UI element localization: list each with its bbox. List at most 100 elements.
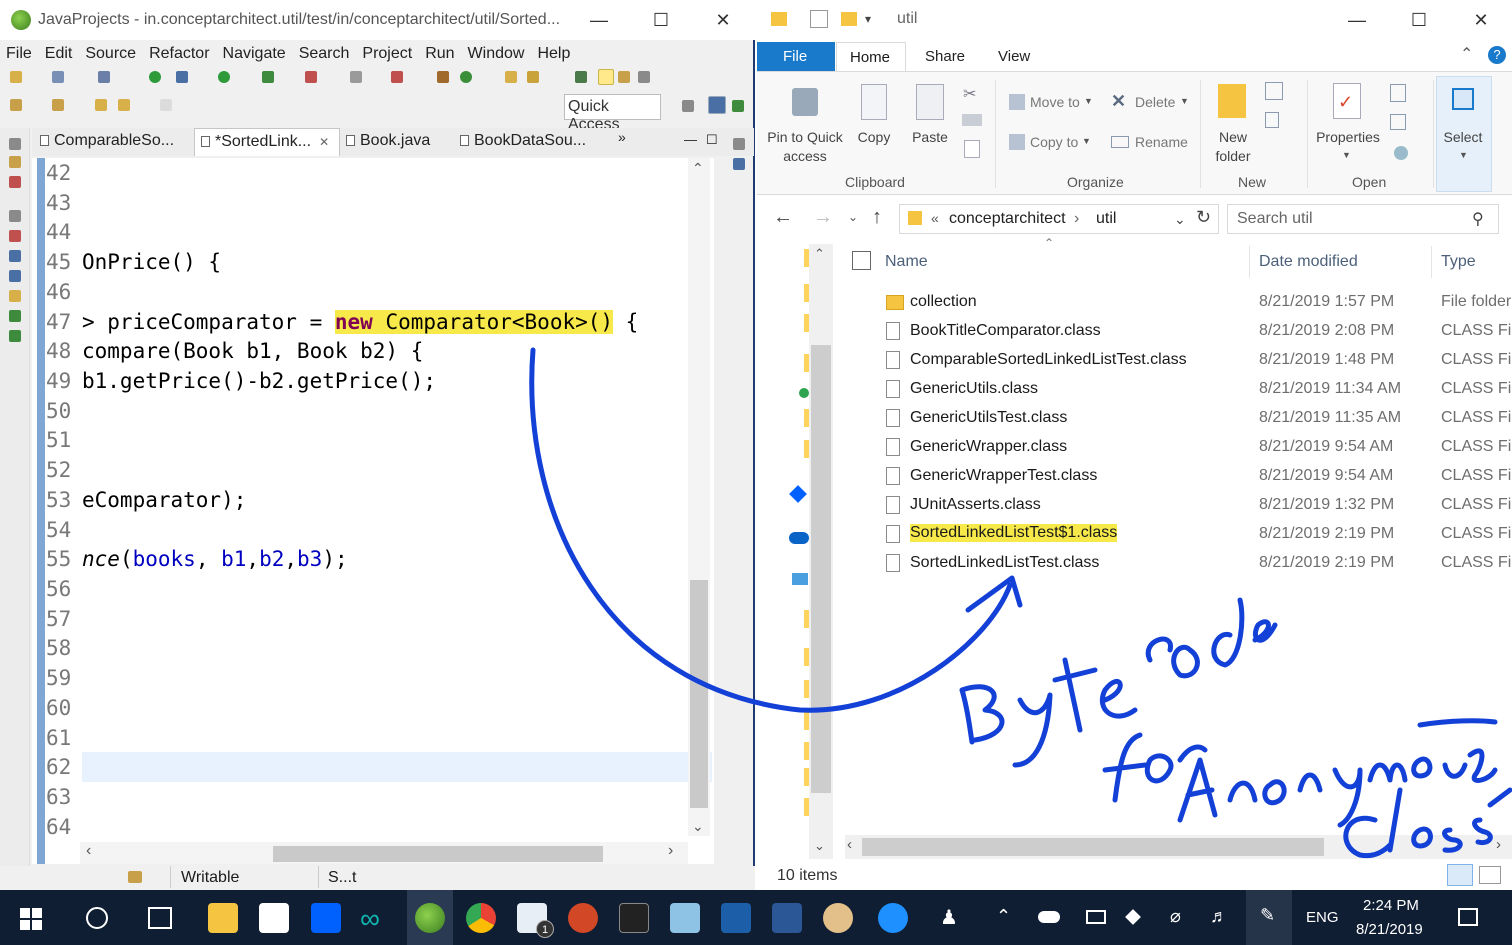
mark-occurrences-icon[interactable] xyxy=(598,69,614,85)
terminate-icon[interactable] xyxy=(391,71,403,83)
scroll-left-icon[interactable]: ‹ xyxy=(86,842,91,860)
notes-taskbar-icon[interactable] xyxy=(670,903,700,933)
open-type-icon[interactable] xyxy=(505,71,517,83)
menu-edit[interactable]: Edit xyxy=(45,45,73,63)
ribbon-tab-share[interactable]: Share xyxy=(925,48,965,65)
select-all-checkbox[interactable] xyxy=(852,251,871,270)
paint-taskbar-icon[interactable] xyxy=(823,903,853,933)
next-edit-icon[interactable] xyxy=(10,99,22,111)
minimize-button[interactable]: — xyxy=(1326,0,1388,40)
easy-access-icon[interactable] xyxy=(1265,112,1279,128)
outline-icon[interactable] xyxy=(733,158,745,170)
column-type[interactable]: Type xyxy=(1441,253,1476,271)
copy-to-button[interactable]: Copy to xyxy=(1030,134,1078,150)
file-name-highlighted[interactable]: SortedLinkedListTest$1.class xyxy=(910,524,1118,542)
select-button[interactable]: Select xyxy=(1440,128,1486,147)
previous-edit-icon[interactable] xyxy=(52,99,64,111)
code-editor[interactable]: 42 43 44 45 46 47 48 49 50 51 52 53 54 5… xyxy=(32,158,714,864)
new-folder-quick-icon[interactable] xyxy=(841,12,857,26)
ribbon-tab-view[interactable]: View xyxy=(998,48,1030,65)
copy-icon[interactable] xyxy=(861,84,887,120)
new-item-icon[interactable] xyxy=(1265,82,1283,100)
progress-icon[interactable] xyxy=(9,330,21,342)
close-button[interactable]: ✕ xyxy=(692,0,754,40)
nav-pane-scroll-thumb[interactable] xyxy=(811,345,831,793)
onedrive-tray-icon[interactable] xyxy=(1038,911,1060,923)
recent-locations-icon[interactable]: ⌄ xyxy=(848,210,858,224)
scroll-down-icon[interactable]: ⌄ xyxy=(814,838,825,854)
language-indicator[interactable]: ENG xyxy=(1306,909,1339,926)
scroll-up-icon[interactable]: ⌃ xyxy=(814,246,825,262)
up-icon[interactable]: ↑ xyxy=(872,206,882,229)
file-list-horizontal-scroll-thumb[interactable] xyxy=(862,838,1324,856)
start-icon[interactable] xyxy=(20,908,42,930)
rename-icon[interactable] xyxy=(1111,136,1129,148)
powerpoint-taskbar-icon[interactable] xyxy=(568,903,598,933)
file-explorer-taskbar-icon[interactable] xyxy=(208,903,238,933)
pen-icon[interactable]: ✎ xyxy=(1260,905,1275,926)
tab-sorted-linked-active[interactable]: *SortedLink... ✕ xyxy=(194,128,340,156)
junit-icon[interactable] xyxy=(9,176,21,188)
tab-book-java[interactable]: Book.java xyxy=(340,128,452,156)
debug-icon[interactable] xyxy=(176,71,188,83)
column-divider[interactable] xyxy=(1431,246,1432,278)
forward-icon[interactable] xyxy=(160,99,172,111)
file-name[interactable]: GenericWrapper.class xyxy=(910,438,1067,456)
help-icon[interactable]: ? xyxy=(1488,46,1506,64)
block-selection-icon[interactable] xyxy=(618,71,630,83)
file-name[interactable]: GenericUtilsTest.class xyxy=(910,409,1067,427)
delete-button[interactable]: Delete xyxy=(1135,94,1175,110)
search-view-icon[interactable] xyxy=(9,290,21,302)
maximize-button[interactable]: ☐ xyxy=(630,0,692,40)
terminal-taskbar-icon[interactable] xyxy=(619,903,649,933)
menu-search[interactable]: Search xyxy=(299,45,350,63)
tab-overflow-button[interactable]: » xyxy=(612,128,642,156)
copy-path-icon[interactable] xyxy=(962,114,982,126)
breadcrumb-overflow[interactable]: « xyxy=(931,210,939,226)
move-to-dropdown-icon[interactable]: ▼ xyxy=(1084,96,1093,106)
cut-icon[interactable]: ✂ xyxy=(963,84,976,104)
rename-button[interactable]: Rename xyxy=(1135,134,1188,150)
maximize-editor-icon[interactable]: ☐ xyxy=(700,128,720,156)
chrome-taskbar-icon[interactable] xyxy=(466,903,496,933)
new-folder-button[interactable]: New folder xyxy=(1207,128,1259,166)
last-edit-location-icon[interactable] xyxy=(95,99,107,111)
new-folder-icon[interactable] xyxy=(1218,84,1246,118)
problems-icon[interactable] xyxy=(9,230,21,242)
help-taskbar-icon[interactable] xyxy=(878,903,908,933)
file-name[interactable]: SortedLinkedListTest.class xyxy=(910,554,1099,572)
paste-button[interactable]: Paste xyxy=(906,128,954,147)
coverage-icon[interactable] xyxy=(262,71,274,83)
customize-quick-access-icon[interactable]: ▾ xyxy=(865,12,871,26)
menu-window[interactable]: Window xyxy=(468,45,525,63)
editor-vertical-scroll-thumb[interactable] xyxy=(690,580,708,808)
large-icons-view-icon[interactable] xyxy=(1479,866,1501,884)
close-tab-icon[interactable]: ✕ xyxy=(319,135,329,149)
javadoc-icon[interactable] xyxy=(9,250,21,262)
search-icon[interactable] xyxy=(527,71,539,83)
store-taskbar-icon[interactable] xyxy=(259,903,289,933)
address-dropdown-icon[interactable]: ⌄ xyxy=(1174,211,1186,228)
minimize-editor-icon[interactable]: — xyxy=(678,128,698,156)
dropbox-taskbar-icon[interactable] xyxy=(311,903,341,933)
clock-time[interactable]: 2:24 PM xyxy=(1363,897,1419,914)
move-to-button[interactable]: Move to xyxy=(1030,94,1080,110)
debug-perspective-icon[interactable] xyxy=(732,100,744,112)
move-to-icon[interactable] xyxy=(1009,94,1025,110)
notifications-icon[interactable] xyxy=(1458,908,1478,926)
new-java-project-icon[interactable] xyxy=(437,71,449,83)
open-perspective-icon[interactable] xyxy=(682,100,694,112)
file-name[interactable]: BookTitleComparator.class xyxy=(910,322,1101,340)
breadcrumb-util[interactable]: util xyxy=(1096,210,1116,228)
file-name[interactable]: collection xyxy=(910,293,977,311)
ribbon-tab-home[interactable]: Home xyxy=(836,42,906,72)
skip-icon[interactable] xyxy=(149,71,161,83)
scroll-up-icon[interactable]: ⌃ xyxy=(692,160,704,177)
minimize-button[interactable]: — xyxy=(568,0,630,40)
ribbon-tab-file[interactable]: File xyxy=(757,42,835,71)
menu-file[interactable]: File xyxy=(6,45,32,63)
file-name[interactable]: GenericUtils.class xyxy=(910,380,1038,398)
delete-dropdown-icon[interactable]: ▼ xyxy=(1180,96,1189,106)
properties-dropdown-icon[interactable]: ▼ xyxy=(1342,150,1351,160)
arduino-taskbar-icon[interactable]: ∞ xyxy=(360,903,380,935)
